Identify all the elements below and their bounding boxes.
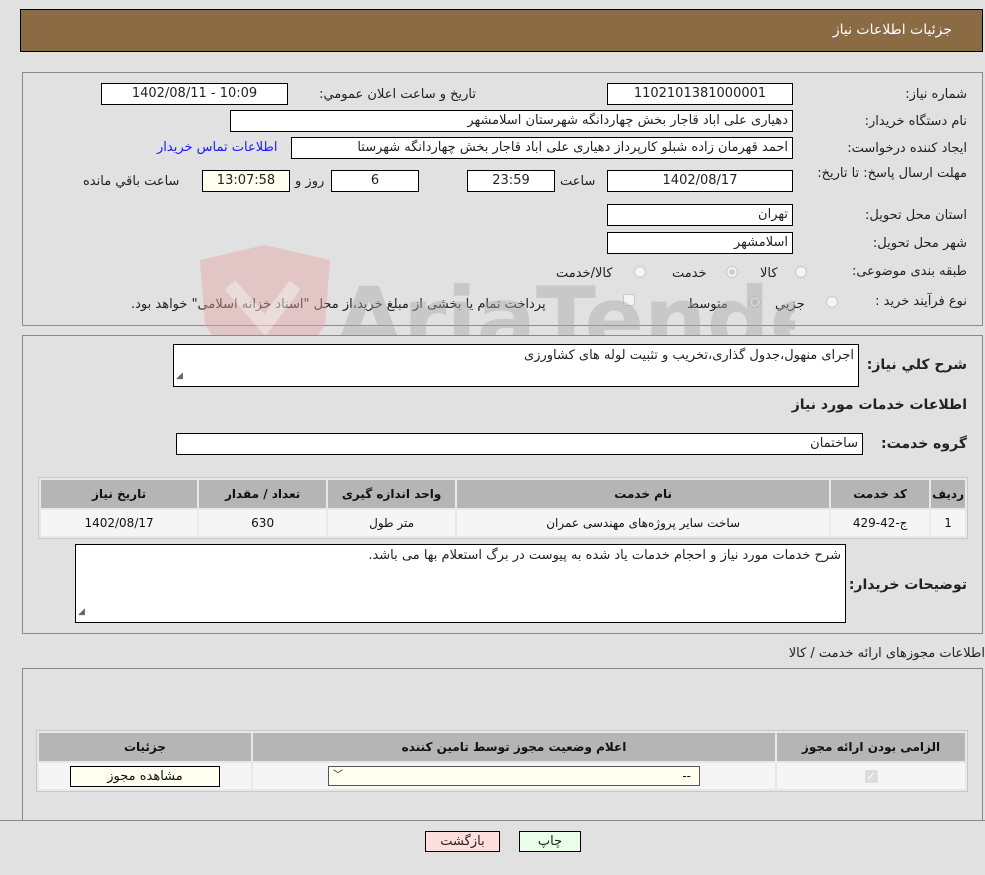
resize-handle-icon[interactable]: ◢ bbox=[176, 367, 183, 385]
page-header: جزئیات اطلاعات نیاز bbox=[20, 9, 983, 52]
category-radio-goods-service[interactable] bbox=[634, 266, 646, 278]
treasury-note: پرداخت تمام یا بخشی از مبلغ خرید،از محل … bbox=[131, 297, 546, 312]
announce-date-field: 1402/08/11 - 10:09 bbox=[101, 83, 288, 105]
category-radio-goods[interactable] bbox=[795, 266, 807, 278]
creator-label: ایجاد کننده درخواست: bbox=[847, 141, 967, 156]
table-row: 1 ج-42-429 ساخت سایر پروژه‌های مهندسی عم… bbox=[41, 510, 965, 536]
buyer-contact-link[interactable]: اطلاعات تماس خریدار bbox=[157, 140, 277, 155]
deadline-time-field: 23:59 bbox=[467, 170, 555, 192]
creator-field: احمد قهرمان زاده شبلو کارپرداز دهیاری عل… bbox=[291, 137, 793, 159]
category-radio-service[interactable] bbox=[726, 266, 738, 278]
buyer-org-label: نام دستگاه خریدار: bbox=[864, 114, 967, 129]
col-date: تاریخ نیاز bbox=[41, 480, 198, 508]
province-label: استان محل تحویل: bbox=[865, 208, 967, 223]
permits-table: الزامی بودن ارائه مجوز اعلام وضعیت مجوز … bbox=[36, 730, 968, 792]
days-remaining-field: 6 bbox=[331, 170, 419, 192]
buyer-notes-text: شرح خدمات مورد نیاز و احجام خدمات یاد شد… bbox=[368, 548, 841, 563]
city-label: شهر محل تحویل: bbox=[872, 236, 967, 251]
need-number-label: شماره نیاز: bbox=[905, 87, 967, 102]
view-permit-button[interactable]: مشاهده مجوز bbox=[70, 765, 220, 787]
remaining-time-label: ساعت باقي مانده bbox=[83, 174, 180, 189]
cell-code: ج-42-429 bbox=[831, 510, 930, 536]
category-option-goods: کالا bbox=[760, 266, 778, 281]
treasury-checkbox[interactable] bbox=[623, 294, 635, 306]
col-details: جزئیات bbox=[39, 733, 251, 761]
buyer-org-field: دهیاری علی اباد قاجار بخش چهاردانگه شهرس… bbox=[230, 110, 793, 132]
services-table-header: ردیف کد خدمت نام خدمت واحد اندازه گیری ت… bbox=[41, 480, 965, 508]
services-table: ردیف کد خدمت نام خدمت واحد اندازه گیری ت… bbox=[38, 477, 968, 539]
process-radio-medium[interactable] bbox=[749, 296, 761, 308]
category-label: طبقه بندی موضوعی: bbox=[851, 264, 967, 279]
services-section-title: اطلاعات خدمات مورد نیاز bbox=[791, 397, 967, 413]
description-textarea[interactable]: اجرای منهول،جدول گذاری،تخریب و تثبیت لول… bbox=[173, 344, 859, 387]
buyer-notes-label: توضیحات خریدار: bbox=[848, 577, 967, 593]
cell-status: -- ﹀ bbox=[253, 763, 775, 789]
col-unit: واحد اندازه گیری bbox=[328, 480, 456, 508]
deadline-date-field: 1402/08/17 bbox=[607, 170, 793, 192]
service-group-field: ساختمان bbox=[176, 433, 863, 455]
col-qty: تعداد / مقدار bbox=[199, 480, 327, 508]
required-checkbox[interactable]: ✓ bbox=[864, 770, 878, 783]
description-text: اجرای منهول،جدول گذاری،تخریب و تثبیت لول… bbox=[524, 348, 854, 363]
process-type-label: نوع فرآیند خرید : bbox=[875, 294, 967, 309]
cell-date: 1402/08/17 bbox=[41, 510, 198, 536]
page-title: جزئیات اطلاعات نیاز bbox=[832, 22, 952, 38]
days-label: روز و bbox=[295, 174, 325, 189]
service-group-label: گروه خدمت: bbox=[881, 436, 967, 452]
permit-status-value: -- bbox=[682, 769, 691, 783]
process-radio-minor[interactable] bbox=[826, 296, 838, 308]
deadline-time-label: ساعت bbox=[560, 174, 596, 189]
description-label: شرح کلي نياز: bbox=[866, 357, 967, 373]
announce-date-label: تاریخ و ساعت اعلان عمومي: bbox=[319, 87, 476, 102]
city-field: اسلامشهر bbox=[607, 232, 793, 254]
resize-handle-icon[interactable]: ◢ bbox=[78, 603, 85, 621]
need-number-field: 1102101381000001 bbox=[607, 83, 793, 105]
cell-unit: متر طول bbox=[328, 510, 456, 536]
cell-row: 1 bbox=[931, 510, 965, 536]
permit-status-select[interactable]: -- ﹀ bbox=[328, 766, 700, 786]
process-option-minor: جزيي bbox=[775, 297, 805, 312]
remaining-time-field: 13:07:58 bbox=[202, 170, 290, 192]
province-field: تهران bbox=[607, 204, 793, 226]
buyer-notes-textarea[interactable]: شرح خدمات مورد نیاز و احجام خدمات یاد شد… bbox=[75, 544, 846, 623]
cell-required: ✓ bbox=[777, 763, 965, 789]
permits-section-title: اطلاعات مجوزهای ارائه خدمت / کالا bbox=[788, 646, 985, 661]
col-name: نام خدمت bbox=[457, 480, 830, 508]
process-option-medium: متوسط bbox=[687, 297, 728, 312]
col-code: کد خدمت bbox=[831, 480, 930, 508]
category-option-goods-service: کالا/خدمت bbox=[556, 266, 613, 281]
col-row: ردیف bbox=[931, 480, 965, 508]
back-button[interactable]: بازگشت bbox=[425, 831, 500, 852]
category-option-service: خدمت bbox=[672, 266, 707, 281]
deadline-label: مهلت ارسال پاسخ: تا تاریخ: bbox=[817, 166, 967, 181]
cell-name: ساخت سایر پروژه‌های مهندسی عمران bbox=[457, 510, 830, 536]
table-row: ✓ -- ﹀ مشاهده مجوز bbox=[39, 763, 965, 789]
print-button[interactable]: چاپ bbox=[519, 831, 581, 852]
col-required: الزامی بودن ارائه مجوز bbox=[777, 733, 965, 761]
chevron-down-icon: ﹀ bbox=[333, 770, 343, 781]
footer-divider bbox=[0, 820, 985, 821]
cell-qty: 630 bbox=[199, 510, 327, 536]
cell-details: مشاهده مجوز bbox=[39, 763, 251, 789]
permits-table-header: الزامی بودن ارائه مجوز اعلام وضعیت مجوز … bbox=[39, 733, 965, 761]
col-status: اعلام وضعیت مجوز توسط تامین کننده bbox=[253, 733, 775, 761]
